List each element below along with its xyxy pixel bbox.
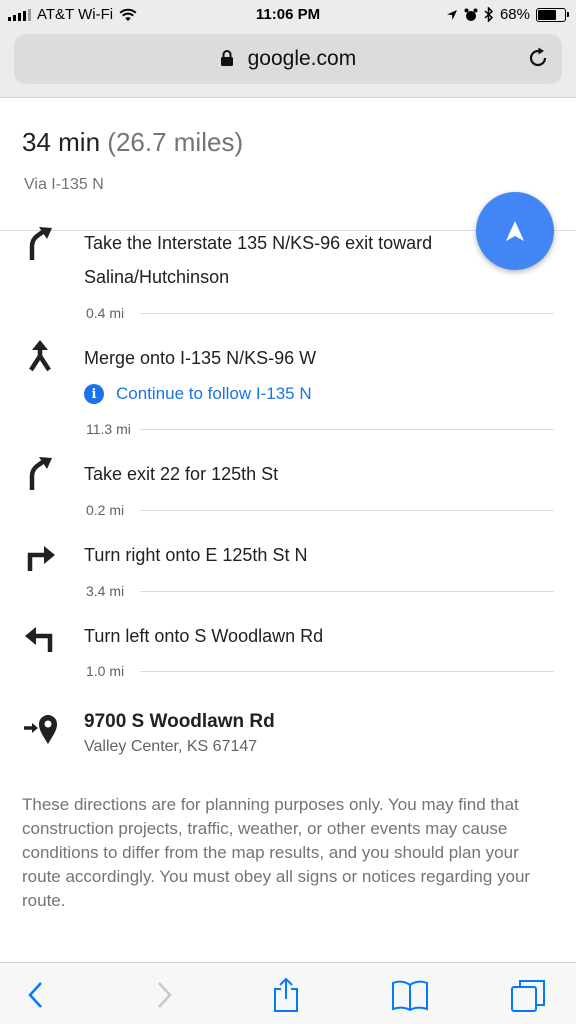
step-instruction: Take exit 22 for 125th St — [84, 464, 279, 484]
share-icon — [274, 977, 298, 1012]
destination-pin-icon — [24, 715, 57, 744]
battery-percent: 68% — [499, 6, 530, 23]
start-navigation-button[interactable] — [476, 192, 554, 270]
tabs-icon — [511, 980, 545, 1012]
route-duration: 34 min (26.7 miles) — [22, 127, 243, 158]
duration-text: 34 min — [22, 127, 101, 157]
step-instruction: Take the Interstate 135 N/KS-96 exit tow… — [84, 233, 433, 287]
step-distance: 3.4 mi — [86, 583, 133, 599]
destination-name: 9700 S Woodlawn Rd — [84, 711, 275, 732]
status-right: 68% — [446, 6, 569, 23]
route-distance: (26.7 miles) — [107, 127, 244, 157]
book-icon — [392, 980, 428, 1011]
alarm-icon — [464, 8, 478, 21]
bookmarks-button[interactable] — [390, 977, 430, 1013]
step-instruction: Turn right onto E 125th St N — [84, 545, 308, 565]
location-arrow-icon — [446, 9, 457, 20]
lock-icon — [220, 50, 233, 66]
bluetooth-icon — [484, 7, 494, 22]
step-distance: 1.0 mi — [86, 663, 133, 679]
forward-button[interactable] — [146, 977, 182, 1013]
merge-icon — [29, 340, 51, 372]
browser-toolbar — [0, 962, 576, 1024]
navigation-arrow-icon — [506, 221, 524, 241]
turn-right-icon — [27, 546, 55, 571]
status-bar: AT&T Wi-Fi 11:06 PM 68% — [0, 0, 576, 30]
slight-right-icon — [29, 457, 52, 490]
divider — [140, 510, 554, 511]
reload-icon[interactable] — [526, 46, 550, 70]
step-distance: 11.3 mi — [86, 421, 139, 437]
battery-icon — [536, 7, 569, 22]
share-button[interactable] — [268, 977, 304, 1013]
turn-left-icon — [25, 627, 53, 652]
back-button[interactable] — [18, 977, 54, 1013]
chevron-right-icon — [158, 982, 172, 1008]
step-hint[interactable]: i Continue to follow I-135 N — [84, 384, 312, 404]
browser-address-area: google.com — [0, 30, 576, 98]
info-icon: i — [84, 384, 104, 404]
address-bar[interactable]: google.com — [14, 34, 562, 84]
step-instruction: Merge onto I-135 N/KS-96 W — [84, 348, 317, 368]
slight-right-icon — [29, 227, 52, 260]
destination-address: Valley Center, KS 67147 — [84, 738, 258, 755]
tabs-button[interactable] — [510, 977, 546, 1013]
hint-text: Continue to follow I-135 N — [116, 384, 312, 403]
divider — [140, 429, 554, 430]
url-text: google.com — [247, 47, 357, 70]
disclaimer-text: These directions are for planning purpos… — [22, 795, 531, 910]
step-instruction: Turn left onto S Woodlawn Rd — [84, 626, 324, 646]
route-via: Via I-135 N — [24, 176, 104, 193]
step-distance: 0.2 mi — [86, 502, 133, 518]
chevron-left-icon — [28, 982, 42, 1008]
step-distance: 0.4 mi — [86, 305, 133, 321]
divider — [140, 591, 554, 592]
divider — [140, 671, 554, 672]
divider — [140, 313, 554, 314]
